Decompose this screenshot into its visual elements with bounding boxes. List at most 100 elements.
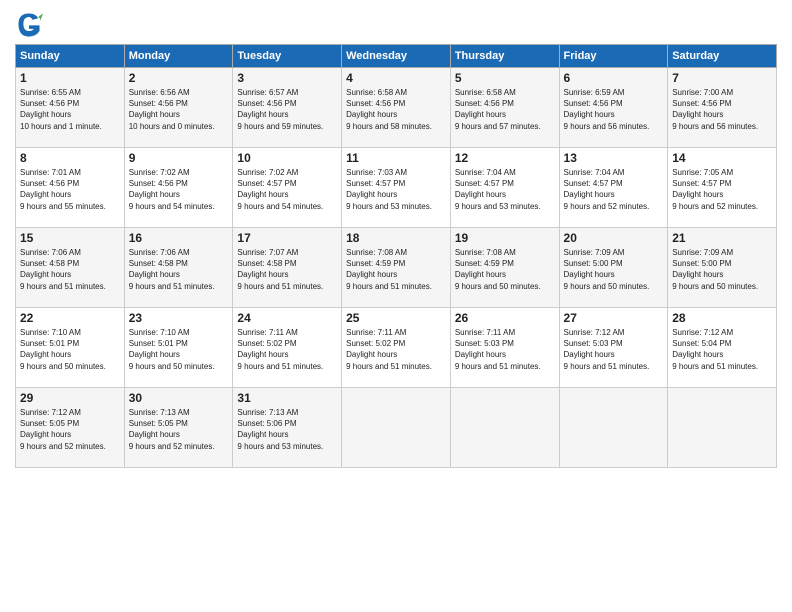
day-info: Sunrise: 7:12 AM Sunset: 5:04 PM Dayligh… xyxy=(672,327,772,372)
calendar-week-row: 15 Sunrise: 7:06 AM Sunset: 4:58 PM Dayl… xyxy=(16,228,777,308)
logo xyxy=(15,10,47,38)
day-number: 2 xyxy=(129,71,229,85)
day-info: Sunrise: 7:08 AM Sunset: 4:59 PM Dayligh… xyxy=(455,247,555,292)
day-number: 18 xyxy=(346,231,446,245)
calendar-cell: 14 Sunrise: 7:05 AM Sunset: 4:57 PM Dayl… xyxy=(668,148,777,228)
calendar-cell xyxy=(559,388,668,468)
day-number: 29 xyxy=(20,391,120,405)
calendar-cell: 26 Sunrise: 7:11 AM Sunset: 5:03 PM Dayl… xyxy=(450,308,559,388)
column-header-friday: Friday xyxy=(559,45,668,68)
calendar-cell: 23 Sunrise: 7:10 AM Sunset: 5:01 PM Dayl… xyxy=(124,308,233,388)
day-info: Sunrise: 6:55 AM Sunset: 4:56 PM Dayligh… xyxy=(20,87,120,132)
day-number: 28 xyxy=(672,311,772,325)
day-number: 3 xyxy=(237,71,337,85)
calendar-week-row: 29 Sunrise: 7:12 AM Sunset: 5:05 PM Dayl… xyxy=(16,388,777,468)
day-number: 14 xyxy=(672,151,772,165)
day-number: 12 xyxy=(455,151,555,165)
calendar-cell: 16 Sunrise: 7:06 AM Sunset: 4:58 PM Dayl… xyxy=(124,228,233,308)
column-header-monday: Monday xyxy=(124,45,233,68)
calendar-header-row: SundayMondayTuesdayWednesdayThursdayFrid… xyxy=(16,45,777,68)
calendar-cell: 22 Sunrise: 7:10 AM Sunset: 5:01 PM Dayl… xyxy=(16,308,125,388)
day-info: Sunrise: 7:00 AM Sunset: 4:56 PM Dayligh… xyxy=(672,87,772,132)
day-number: 8 xyxy=(20,151,120,165)
day-info: Sunrise: 7:09 AM Sunset: 5:00 PM Dayligh… xyxy=(672,247,772,292)
page-header xyxy=(15,10,777,38)
day-info: Sunrise: 7:11 AM Sunset: 5:02 PM Dayligh… xyxy=(237,327,337,372)
calendar-cell: 8 Sunrise: 7:01 AM Sunset: 4:56 PM Dayli… xyxy=(16,148,125,228)
calendar-table: SundayMondayTuesdayWednesdayThursdayFrid… xyxy=(15,44,777,468)
calendar-cell: 1 Sunrise: 6:55 AM Sunset: 4:56 PM Dayli… xyxy=(16,68,125,148)
day-info: Sunrise: 7:07 AM Sunset: 4:58 PM Dayligh… xyxy=(237,247,337,292)
day-info: Sunrise: 7:02 AM Sunset: 4:56 PM Dayligh… xyxy=(129,167,229,212)
day-number: 10 xyxy=(237,151,337,165)
calendar-cell: 18 Sunrise: 7:08 AM Sunset: 4:59 PM Dayl… xyxy=(342,228,451,308)
day-info: Sunrise: 6:56 AM Sunset: 4:56 PM Dayligh… xyxy=(129,87,229,132)
column-header-sunday: Sunday xyxy=(16,45,125,68)
day-number: 26 xyxy=(455,311,555,325)
day-info: Sunrise: 7:13 AM Sunset: 5:05 PM Dayligh… xyxy=(129,407,229,452)
day-number: 4 xyxy=(346,71,446,85)
calendar-cell: 24 Sunrise: 7:11 AM Sunset: 5:02 PM Dayl… xyxy=(233,308,342,388)
calendar-cell: 19 Sunrise: 7:08 AM Sunset: 4:59 PM Dayl… xyxy=(450,228,559,308)
calendar-week-row: 8 Sunrise: 7:01 AM Sunset: 4:56 PM Dayli… xyxy=(16,148,777,228)
day-info: Sunrise: 7:10 AM Sunset: 5:01 PM Dayligh… xyxy=(20,327,120,372)
day-info: Sunrise: 7:02 AM Sunset: 4:57 PM Dayligh… xyxy=(237,167,337,212)
day-number: 5 xyxy=(455,71,555,85)
day-number: 15 xyxy=(20,231,120,245)
calendar-cell: 6 Sunrise: 6:59 AM Sunset: 4:56 PM Dayli… xyxy=(559,68,668,148)
column-header-wednesday: Wednesday xyxy=(342,45,451,68)
calendar-cell: 13 Sunrise: 7:04 AM Sunset: 4:57 PM Dayl… xyxy=(559,148,668,228)
day-info: Sunrise: 7:12 AM Sunset: 5:05 PM Dayligh… xyxy=(20,407,120,452)
day-number: 30 xyxy=(129,391,229,405)
day-info: Sunrise: 7:04 AM Sunset: 4:57 PM Dayligh… xyxy=(455,167,555,212)
day-info: Sunrise: 7:08 AM Sunset: 4:59 PM Dayligh… xyxy=(346,247,446,292)
day-info: Sunrise: 7:06 AM Sunset: 4:58 PM Dayligh… xyxy=(20,247,120,292)
day-info: Sunrise: 6:57 AM Sunset: 4:56 PM Dayligh… xyxy=(237,87,337,132)
calendar-cell: 12 Sunrise: 7:04 AM Sunset: 4:57 PM Dayl… xyxy=(450,148,559,228)
day-number: 20 xyxy=(564,231,664,245)
day-number: 22 xyxy=(20,311,120,325)
day-info: Sunrise: 7:06 AM Sunset: 4:58 PM Dayligh… xyxy=(129,247,229,292)
day-number: 6 xyxy=(564,71,664,85)
day-number: 19 xyxy=(455,231,555,245)
day-number: 27 xyxy=(564,311,664,325)
logo-icon xyxy=(15,10,43,38)
calendar-cell: 3 Sunrise: 6:57 AM Sunset: 4:56 PM Dayli… xyxy=(233,68,342,148)
calendar-cell: 4 Sunrise: 6:58 AM Sunset: 4:56 PM Dayli… xyxy=(342,68,451,148)
day-number: 17 xyxy=(237,231,337,245)
day-number: 25 xyxy=(346,311,446,325)
calendar-cell: 10 Sunrise: 7:02 AM Sunset: 4:57 PM Dayl… xyxy=(233,148,342,228)
day-info: Sunrise: 6:58 AM Sunset: 4:56 PM Dayligh… xyxy=(346,87,446,132)
day-info: Sunrise: 7:03 AM Sunset: 4:57 PM Dayligh… xyxy=(346,167,446,212)
day-info: Sunrise: 7:04 AM Sunset: 4:57 PM Dayligh… xyxy=(564,167,664,212)
calendar-cell: 30 Sunrise: 7:13 AM Sunset: 5:05 PM Dayl… xyxy=(124,388,233,468)
day-number: 13 xyxy=(564,151,664,165)
day-info: Sunrise: 7:09 AM Sunset: 5:00 PM Dayligh… xyxy=(564,247,664,292)
calendar-cell xyxy=(450,388,559,468)
calendar-cell: 15 Sunrise: 7:06 AM Sunset: 4:58 PM Dayl… xyxy=(16,228,125,308)
calendar-cell: 25 Sunrise: 7:11 AM Sunset: 5:02 PM Dayl… xyxy=(342,308,451,388)
calendar-cell: 21 Sunrise: 7:09 AM Sunset: 5:00 PM Dayl… xyxy=(668,228,777,308)
calendar-week-row: 22 Sunrise: 7:10 AM Sunset: 5:01 PM Dayl… xyxy=(16,308,777,388)
calendar-cell xyxy=(668,388,777,468)
day-info: Sunrise: 7:11 AM Sunset: 5:02 PM Dayligh… xyxy=(346,327,446,372)
day-info: Sunrise: 6:59 AM Sunset: 4:56 PM Dayligh… xyxy=(564,87,664,132)
calendar-cell: 17 Sunrise: 7:07 AM Sunset: 4:58 PM Dayl… xyxy=(233,228,342,308)
calendar-cell: 28 Sunrise: 7:12 AM Sunset: 5:04 PM Dayl… xyxy=(668,308,777,388)
day-number: 9 xyxy=(129,151,229,165)
calendar-cell: 9 Sunrise: 7:02 AM Sunset: 4:56 PM Dayli… xyxy=(124,148,233,228)
day-info: Sunrise: 7:01 AM Sunset: 4:56 PM Dayligh… xyxy=(20,167,120,212)
day-info: Sunrise: 7:11 AM Sunset: 5:03 PM Dayligh… xyxy=(455,327,555,372)
day-info: Sunrise: 7:10 AM Sunset: 5:01 PM Dayligh… xyxy=(129,327,229,372)
calendar-cell: 2 Sunrise: 6:56 AM Sunset: 4:56 PM Dayli… xyxy=(124,68,233,148)
day-number: 24 xyxy=(237,311,337,325)
day-number: 16 xyxy=(129,231,229,245)
calendar-cell: 5 Sunrise: 6:58 AM Sunset: 4:56 PM Dayli… xyxy=(450,68,559,148)
day-number: 7 xyxy=(672,71,772,85)
calendar-cell: 31 Sunrise: 7:13 AM Sunset: 5:06 PM Dayl… xyxy=(233,388,342,468)
day-info: Sunrise: 7:12 AM Sunset: 5:03 PM Dayligh… xyxy=(564,327,664,372)
calendar-cell: 7 Sunrise: 7:00 AM Sunset: 4:56 PM Dayli… xyxy=(668,68,777,148)
day-info: Sunrise: 6:58 AM Sunset: 4:56 PM Dayligh… xyxy=(455,87,555,132)
column-header-saturday: Saturday xyxy=(668,45,777,68)
day-number: 11 xyxy=(346,151,446,165)
